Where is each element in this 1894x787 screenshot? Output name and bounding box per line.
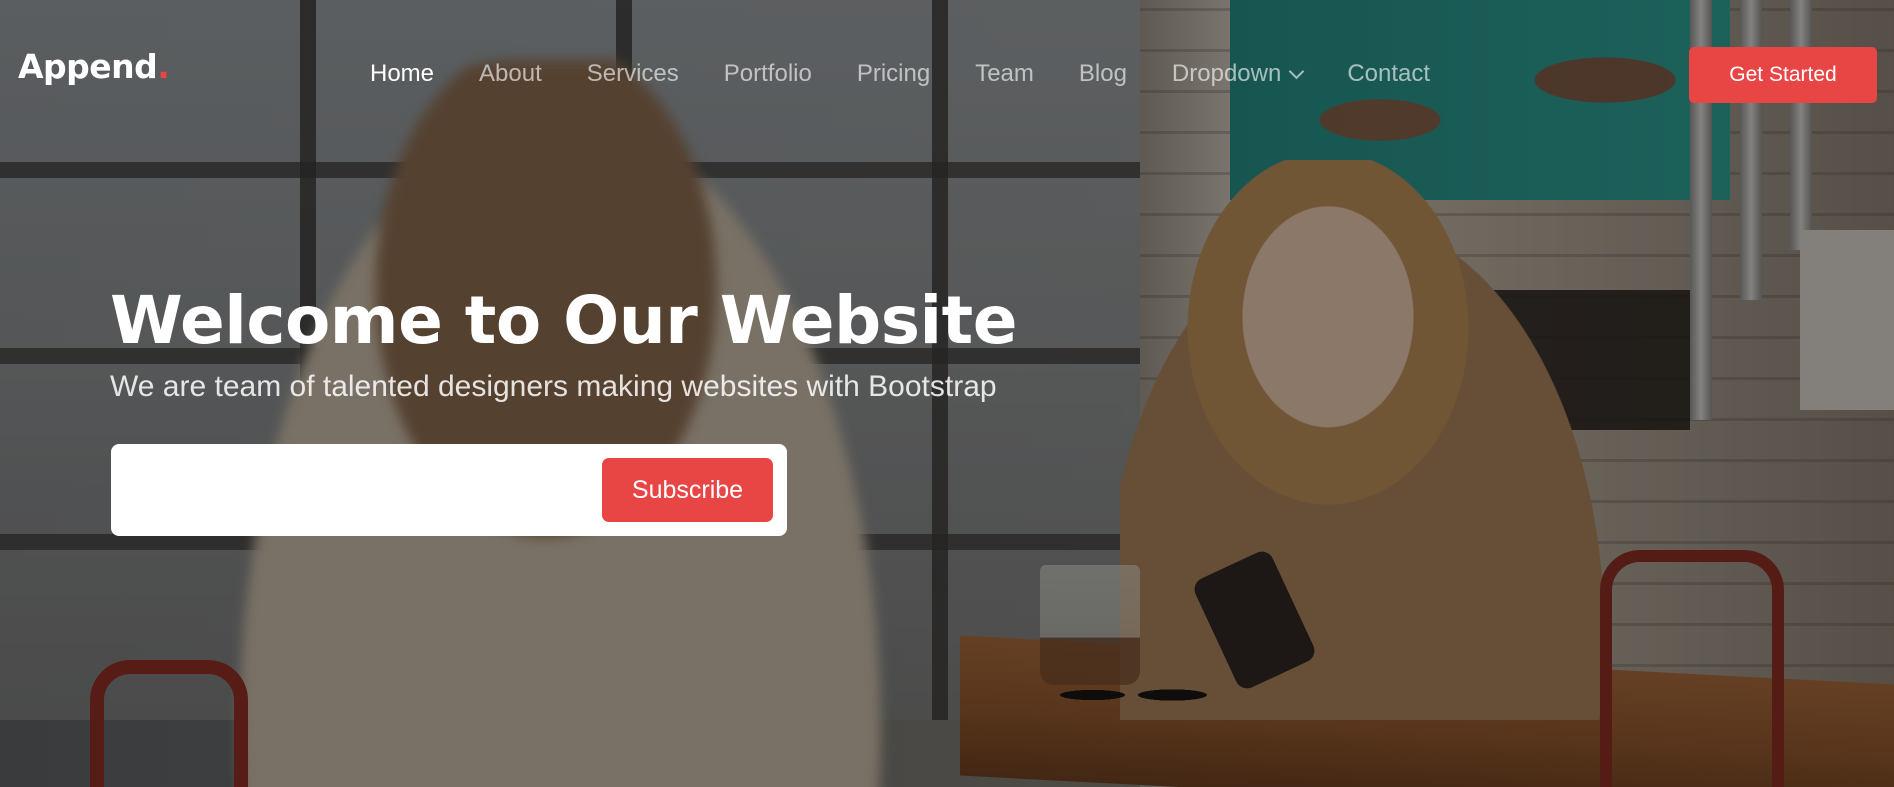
nav-item-about[interactable]: About	[479, 59, 542, 89]
nav-item-label: Contact	[1347, 60, 1431, 87]
nav-item-label: Dropdown	[1171, 60, 1282, 87]
get-started-button[interactable]: Get Started	[1689, 47, 1877, 103]
hero-subtitle: We are team of talented designers making…	[110, 370, 997, 403]
logo-dot: .	[157, 47, 170, 86]
subscribe-form: Subscribe	[111, 444, 787, 536]
nav-item-home[interactable]: Home	[370, 59, 434, 89]
nav-item-blog[interactable]: Blog	[1079, 59, 1127, 89]
nav-item-label: Blog	[1078, 60, 1127, 87]
hero-section: Append. Home About Services Portfolio Pr…	[0, 0, 1894, 787]
hero-content: Welcome to Our Website We are team of ta…	[110, 280, 1017, 406]
nav-item-portfolio[interactable]: Portfolio	[724, 59, 812, 89]
logo-text: Append	[18, 47, 158, 86]
logo[interactable]: Append.	[18, 47, 170, 86]
main-nav: Home About Services Portfolio Pricing Te…	[370, 59, 1475, 89]
chevron-down-icon	[1289, 63, 1305, 79]
site-header: Append. Home About Services Portfolio Pr…	[0, 0, 1894, 150]
hero-title: Welcome to Our Website	[110, 282, 1017, 359]
nav-item-label: Pricing	[856, 60, 931, 87]
nav-item-label: Team	[975, 60, 1034, 87]
nav-item-label: Services	[586, 60, 679, 87]
nav-item-label: Home	[370, 60, 435, 87]
nav-item-contact[interactable]: Contact	[1347, 59, 1430, 89]
nav-item-dropdown[interactable]: Dropdown	[1171, 59, 1305, 89]
nav-item-label: Portfolio	[723, 60, 812, 87]
nav-item-pricing[interactable]: Pricing	[857, 59, 930, 89]
subscribe-button[interactable]: Subscribe	[602, 458, 773, 522]
nav-item-services[interactable]: Services	[587, 59, 679, 89]
nav-item-label: About	[479, 60, 542, 87]
nav-item-team[interactable]: Team	[975, 59, 1034, 89]
